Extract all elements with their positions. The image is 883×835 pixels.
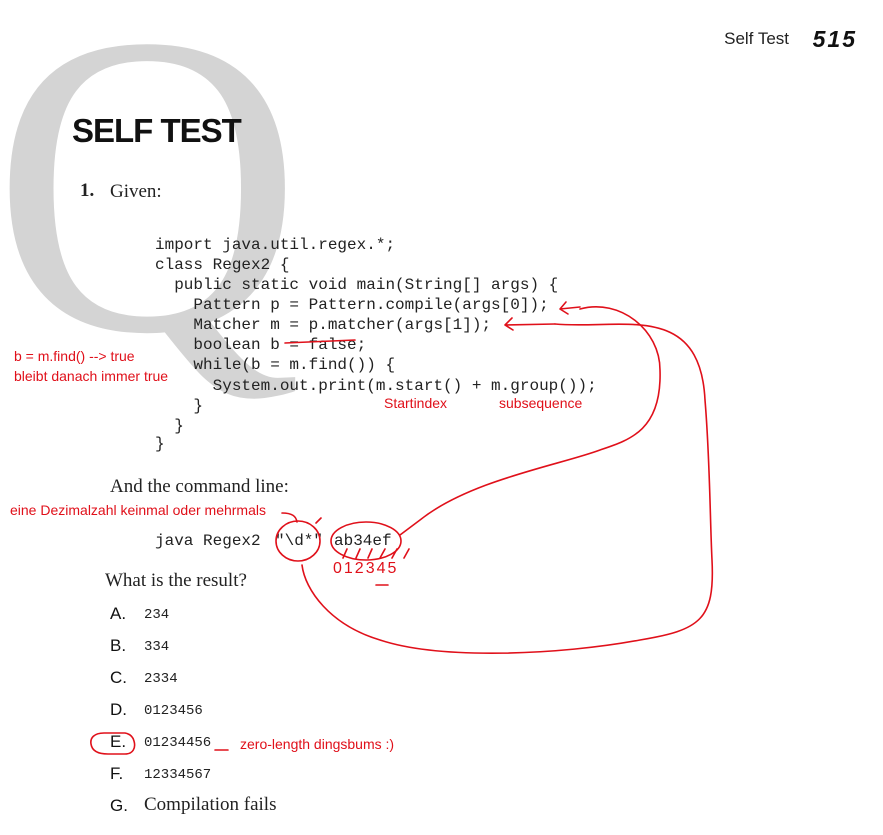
- subsequence-note: subsequence: [499, 395, 583, 411]
- find-note-line1: b = m.find() --> true: [14, 348, 135, 364]
- answer-note: zero-length dingsbums :): [240, 736, 395, 752]
- circle-regex: [275, 520, 321, 562]
- regex-note: eine Dezimalzahl keinmal oder mehrmals: [10, 502, 266, 518]
- start-index-note: Startindex: [384, 395, 448, 411]
- line-input-to-matcher: [301, 323, 714, 654]
- index-ticks: [342, 548, 410, 559]
- regex-tick: [315, 517, 322, 524]
- arrow-matcher: [504, 317, 556, 331]
- strikethrough-false: [284, 339, 356, 344]
- handwritten-annotations: [90, 301, 714, 755]
- find-note-line2: bleibt danach immer true: [14, 368, 169, 384]
- line-regex-to-compile: [399, 306, 661, 536]
- index-digits: 012345: [333, 560, 399, 577]
- arrow-pattern-compile: [559, 301, 581, 315]
- circle-answer-e: [90, 732, 136, 755]
- circle-input: [330, 521, 402, 561]
